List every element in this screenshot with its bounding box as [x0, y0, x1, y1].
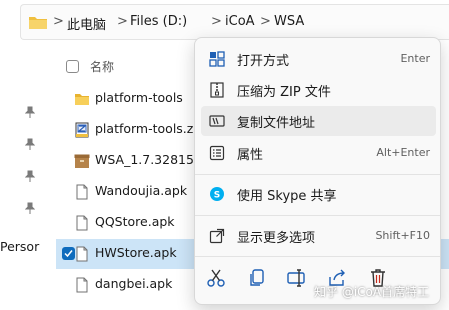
menu-separator — [195, 256, 440, 257]
menu-item-open-with[interactable]: 打开方式 Enter — [201, 44, 436, 74]
select-all-checkbox[interactable] — [66, 60, 79, 73]
checkmark-icon — [64, 250, 73, 258]
pin-icon[interactable] — [25, 106, 35, 118]
file-name: dangbei.apk — [95, 276, 173, 291]
properties-icon — [209, 145, 225, 161]
menu-separator — [195, 174, 440, 175]
file-name: HWStore.apk — [95, 245, 177, 260]
breadcrumb-separator: > — [117, 14, 128, 29]
menu-item-shortcut: Enter — [400, 52, 430, 65]
menu-item-shortcut: Shift+F10 — [375, 229, 430, 242]
copy-icon[interactable] — [246, 267, 268, 289]
menu-item-shortcut: Alt+Enter — [376, 146, 430, 159]
breadcrumb-separator: > — [53, 14, 64, 29]
file-name: WSA_1.7.32815.0 — [95, 152, 206, 167]
nav-item-personal[interactable]: Persor — [0, 239, 39, 254]
folder-icon — [75, 94, 89, 105]
folder-icon — [29, 17, 47, 29]
rename-icon[interactable] — [286, 267, 308, 289]
menu-item-label: 压缩为 ZIP 文件 — [237, 85, 331, 100]
menu-item-label: 打开方式 — [237, 54, 290, 69]
file-name: platform-tools — [95, 90, 183, 105]
menu-item-skype-share[interactable]: S 使用 Skype 共享 — [201, 179, 436, 209]
menu-item-label: 复制文件地址 — [237, 116, 316, 131]
skype-icon: S — [210, 187, 224, 201]
file-icon — [76, 215, 88, 231]
file-name: Wandoujia.apk — [95, 183, 188, 198]
file-icon — [76, 277, 88, 293]
file-name: platform-tools.zip — [95, 121, 205, 136]
menu-item-show-more-options[interactable]: 显示更多选项 Shift+F10 — [201, 221, 436, 251]
pin-icon[interactable] — [25, 138, 35, 150]
svg-text:S: S — [214, 191, 220, 201]
file-name: QQStore.apk — [95, 214, 175, 229]
cut-icon[interactable] — [205, 267, 227, 289]
zip-icon — [75, 122, 89, 138]
menu-item-label: 使用 Skype 共享 — [237, 189, 337, 204]
menu-item-copy-path[interactable]: 复制文件地址 — [201, 106, 436, 136]
breadcrumb-separator: > — [260, 14, 271, 29]
breadcrumb-separator: > — [211, 14, 222, 29]
copy-path-icon — [209, 115, 225, 127]
address-bar[interactable]: > 此电脑 > Files (D:) > iCoA > WSA — [20, 4, 449, 40]
zip-compress-icon — [210, 82, 224, 98]
breadcrumb-files-drive[interactable]: Files (D:) — [130, 14, 187, 29]
context-menu: 打开方式 Enter 压缩为 ZIP 文件 复制文件地址 属性 Alt+Ente… — [194, 37, 441, 305]
file-icon — [76, 246, 88, 262]
breadcrumb-wsa[interactable]: WSA — [274, 14, 304, 29]
breadcrumb-this-pc[interactable]: 此电脑 — [67, 14, 106, 33]
menu-item-label: 显示更多选项 — [237, 231, 316, 246]
menu-item-label: 属性 — [237, 148, 264, 163]
open-with-icon — [209, 51, 225, 67]
file-icon — [76, 184, 88, 200]
column-header-name[interactable]: 名称 — [90, 58, 114, 75]
pin-icon[interactable] — [25, 170, 35, 182]
menu-item-properties[interactable]: 属性 Alt+Enter — [201, 138, 436, 168]
more-options-icon — [209, 228, 225, 244]
menu-separator — [195, 215, 440, 216]
archive-icon — [74, 154, 90, 168]
pin-icon[interactable] — [25, 202, 35, 214]
watermark: 知乎 @iCoA首席特工 — [314, 285, 430, 299]
breadcrumb-icoa[interactable]: iCoA — [225, 14, 255, 29]
menu-item-compress-zip[interactable]: 压缩为 ZIP 文件 — [201, 75, 436, 105]
